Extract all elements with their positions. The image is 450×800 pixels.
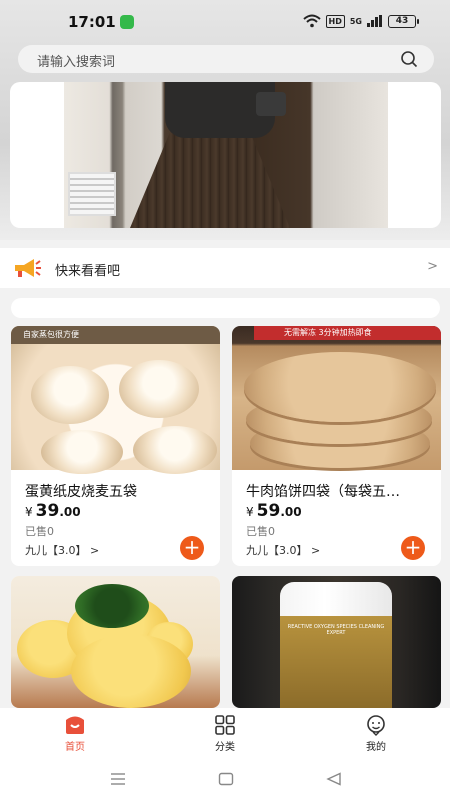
- signal-icon: [367, 15, 383, 27]
- tab-mine[interactable]: 我的: [346, 714, 406, 753]
- grid-icon[interactable]: [214, 714, 236, 736]
- product-card[interactable]: 自家蒸包很方便 蛋黄纸皮烧麦五袋 ¥39.00 已售0 九儿【3.0】 > +: [11, 326, 220, 566]
- wifi-icon: [302, 14, 321, 28]
- shoe-rack-image: [68, 172, 116, 216]
- dumpling-image: [133, 426, 217, 474]
- product-card[interactable]: [11, 576, 220, 708]
- dumpling-image: [119, 360, 199, 418]
- chevron-right-icon[interactable]: >: [427, 259, 438, 274]
- tab-label[interactable]: 我的: [346, 738, 406, 753]
- add-to-cart-button[interactable]: +: [180, 536, 204, 560]
- product-name[interactable]: 蛋黄纸皮烧麦五袋: [25, 481, 137, 501]
- menu-icon[interactable]: [110, 771, 126, 790]
- price-decimal: .00: [280, 505, 302, 519]
- promo-banner[interactable]: [10, 82, 441, 228]
- notice-bar[interactable]: 快来看看吧 >: [0, 248, 450, 288]
- product-price: ¥59.00: [246, 501, 302, 521]
- status-bar: 17:01 HD 5G 43: [0, 0, 450, 44]
- search-icon[interactable]: [400, 50, 418, 68]
- image-caption-bar: 无需解冻 3分钟加热即食: [254, 326, 441, 340]
- jar-label: REACTIVE OXYGEN SPECIES CLEANING EXPERT: [280, 616, 392, 708]
- section-header-strip: [11, 298, 440, 318]
- search-bar[interactable]: 请输入搜索词: [18, 45, 434, 73]
- product-image[interactable]: 无需解冻 3分钟加热即食: [232, 326, 441, 470]
- jar-label-text: REACTIVE OXYGEN SPECIES CLEANING EXPERT: [287, 624, 385, 636]
- home-icon[interactable]: [64, 714, 86, 736]
- wechat-notification-icon: [120, 15, 134, 29]
- home-square-icon[interactable]: [218, 771, 234, 790]
- image-caption: 无需解冻 3分钟加热即食: [284, 328, 372, 337]
- pie-image: [244, 352, 436, 422]
- battery-icon: 43: [388, 14, 419, 28]
- tab-category[interactable]: 分类: [195, 714, 255, 753]
- tab-label[interactable]: 首页: [45, 738, 105, 753]
- spinach-topping: [75, 584, 149, 628]
- network-type: 5G: [349, 16, 362, 26]
- product-image[interactable]: 自家蒸包很方便: [11, 326, 220, 474]
- currency-symbol: ¥: [25, 505, 33, 519]
- image-caption: 自家蒸包很方便: [23, 330, 79, 339]
- shop-link[interactable]: 九儿【3.0】 >: [246, 542, 320, 558]
- system-navigation-bar: [0, 760, 450, 800]
- handbag-image: [256, 92, 286, 116]
- tab-label[interactable]: 分类: [195, 738, 255, 753]
- dumpling-image: [41, 430, 123, 474]
- back-icon[interactable]: [326, 771, 342, 790]
- bottom-tab-bar: 首页 分类 我的: [0, 708, 450, 760]
- megaphone-icon: [12, 256, 42, 280]
- sold-count: 已售0: [246, 525, 275, 538]
- tab-home[interactable]: 首页: [45, 714, 105, 753]
- price-integer: 59: [256, 501, 281, 521]
- notice-text[interactable]: 快来看看吧: [55, 260, 120, 279]
- price-decimal: .00: [59, 505, 81, 519]
- bun-image: [71, 634, 191, 708]
- sold-count: 已售0: [25, 525, 54, 538]
- status-time: 17:01: [68, 13, 116, 31]
- product-card[interactable]: 无需解冻 3分钟加热即食 牛肉馅饼四袋（每袋五… ¥59.00 已售0 九儿【3…: [232, 326, 441, 566]
- dumpling-image: [31, 366, 109, 424]
- search-placeholder[interactable]: 请输入搜索词: [37, 51, 115, 70]
- profile-icon[interactable]: [365, 714, 387, 736]
- product-image[interactable]: [11, 576, 220, 708]
- shop-link[interactable]: 九儿【3.0】 >: [25, 542, 99, 558]
- price-integer: 39: [35, 501, 60, 521]
- product-image[interactable]: REACTIVE OXYGEN SPECIES CLEANING EXPERT: [232, 576, 441, 708]
- currency-symbol: ¥: [246, 505, 254, 519]
- product-card[interactable]: REACTIVE OXYGEN SPECIES CLEANING EXPERT: [232, 576, 441, 708]
- image-caption-bar: 自家蒸包很方便: [11, 326, 220, 344]
- hd-badge: HD: [325, 14, 345, 28]
- product-name[interactable]: 牛肉馅饼四袋（每袋五…: [246, 481, 400, 501]
- product-price: ¥39.00: [25, 501, 81, 521]
- add-to-cart-button[interactable]: +: [401, 536, 425, 560]
